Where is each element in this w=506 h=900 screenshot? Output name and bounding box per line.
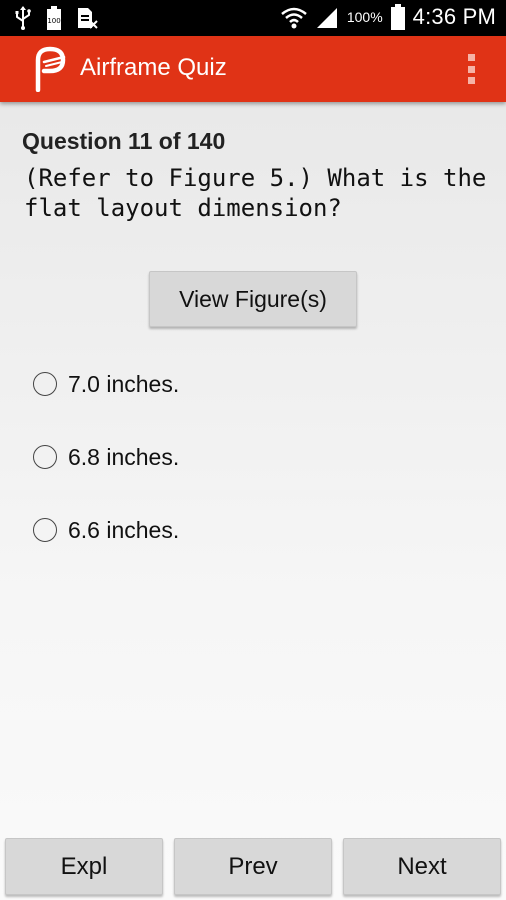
battery-icon: [390, 4, 405, 30]
answer-label: 7.0 inches.: [68, 370, 180, 397]
explanation-button[interactable]: Expl: [5, 838, 163, 895]
usb-icon: [15, 6, 31, 30]
sim-icon: [78, 8, 98, 29]
app-logo-icon: [35, 46, 66, 92]
overflow-menu-icon[interactable]: [466, 54, 476, 84]
svg-text:100: 100: [47, 17, 60, 25]
clock: 4:36 PM: [412, 4, 496, 29]
question-header: Question 11 of 140: [22, 128, 226, 154]
app-title: Airframe Quiz: [80, 54, 227, 81]
view-figure-button[interactable]: View Figure(s): [149, 271, 357, 327]
battery-100-icon: 100: [47, 6, 61, 30]
status-bar-notifications: 100: [14, 6, 98, 30]
next-button[interactable]: Next: [343, 838, 501, 895]
radio-button[interactable]: [33, 372, 57, 396]
question-text: (Refer to Figure 5.) What is the flat la…: [24, 164, 487, 222]
battery-percent: 100%: [346, 9, 383, 25]
answer-option[interactable]: 7.0 inches.: [33, 364, 179, 404]
radio-button[interactable]: [33, 445, 57, 469]
app-bar: Airframe Quiz: [0, 36, 506, 102]
status-bar: 100 100% 4:36 PM: [0, 0, 506, 36]
answer-label: 6.6 inches.: [68, 516, 180, 543]
radio-button[interactable]: [33, 518, 57, 542]
answer-label: 6.8 inches.: [68, 443, 180, 470]
answer-option[interactable]: 6.8 inches.: [33, 437, 179, 477]
answer-option[interactable]: 6.6 inches.: [33, 510, 179, 550]
signal-icon: [316, 8, 337, 28]
wifi-icon: [281, 7, 307, 29]
previous-button[interactable]: Prev: [174, 838, 332, 895]
status-bar-system: 100% 4:36 PM: [281, 4, 496, 30]
